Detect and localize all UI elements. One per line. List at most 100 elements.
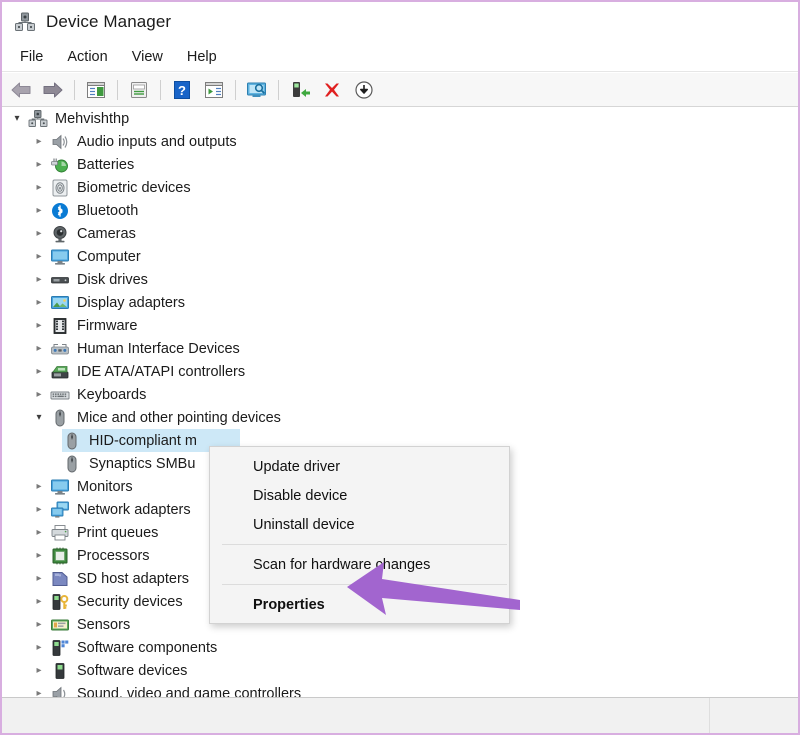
hid-icon (50, 339, 70, 359)
tree-label: Sensors (77, 616, 131, 633)
tree-label: Network adapters (77, 501, 191, 518)
tree-label: Keyboards (77, 386, 147, 403)
tree-label: Synaptics SMBu (89, 455, 196, 472)
scan-for-hardware-changes-icon[interactable] (242, 76, 272, 104)
ide-controller-icon (50, 362, 70, 382)
status-bar-panel (710, 698, 798, 733)
forward-arrow-icon[interactable] (38, 76, 68, 104)
properties-icon[interactable] (124, 76, 154, 104)
menu-item-action[interactable]: Action (55, 46, 119, 68)
tree-label: Firmware (77, 317, 138, 334)
chevron-right-icon[interactable]: ▸ (28, 613, 50, 636)
chevron-right-icon[interactable]: ▸ (28, 544, 50, 567)
tree-row-keyboards[interactable]: ▸ Keyboards (2, 383, 798, 406)
chevron-right-icon[interactable]: ▸ (28, 314, 50, 337)
tree-label: Monitors (77, 478, 133, 495)
update-driver-icon[interactable] (349, 76, 379, 104)
toolbar: ? (2, 73, 798, 107)
uninstall-device-icon[interactable] (317, 76, 347, 104)
tree-row-mice-and-other-pointing-devices[interactable]: ▾ Mice and other pointing devices (2, 406, 798, 429)
chevron-right-icon[interactable]: ▸ (28, 199, 50, 222)
tree-row-audio-inputs-and-outputs[interactable]: ▸ Audio inputs and outputs (2, 130, 798, 153)
toolbar-separator (74, 79, 75, 100)
chevron-right-icon[interactable]: ▸ (28, 498, 50, 521)
tree-label: Print queues (77, 524, 159, 541)
tree-label: Security devices (77, 593, 183, 610)
chevron-right-icon[interactable]: ▸ (28, 521, 50, 544)
tree-row-disk-drives[interactable]: ▸ Disk drives (2, 268, 798, 291)
tree-row-sound-video-and-game-controllers[interactable]: ▸ Sound, video and game controllers (2, 682, 798, 697)
context-menu-item-uninstall-device[interactable]: Uninstall device (210, 510, 509, 539)
tree-label: Sound, video and game controllers (77, 685, 302, 698)
chevron-right-icon[interactable]: ▸ (28, 337, 50, 360)
tree-row-root[interactable]: ▾ Mehvishthp (2, 107, 798, 130)
show-hide-console-tree-icon[interactable] (81, 76, 111, 104)
context-menu-item-disable-device[interactable]: Disable device (210, 481, 509, 510)
tree-label: Mice and other pointing devices (77, 409, 281, 426)
tree-row-human-interface-devices[interactable]: ▸ Human Interface Devices (2, 337, 798, 360)
back-arrow-icon[interactable] (6, 76, 36, 104)
tree-label: Processors (77, 547, 150, 564)
tree-row-cameras[interactable]: ▸ Cameras (2, 222, 798, 245)
menu-item-help[interactable]: Help (175, 46, 229, 68)
menu-item-view[interactable]: View (120, 46, 175, 68)
tree-row-ide-ata-atapi-controllers[interactable]: ▸ IDE ATA/ATAPI controllers (2, 360, 798, 383)
tree-row-batteries[interactable]: ▸ Batteries (2, 153, 798, 176)
chevron-right-icon[interactable]: ▸ (28, 291, 50, 314)
tree-label: Display adapters (77, 294, 185, 311)
show-hide-action-pane-icon[interactable] (199, 76, 229, 104)
chevron-right-icon[interactable]: ▸ (28, 567, 50, 590)
tree-row-biometric-devices[interactable]: ▸ Biometric devices (2, 176, 798, 199)
tree-label: SD host adapters (77, 570, 190, 587)
context-menu-item-update-driver[interactable]: Update driver (210, 452, 509, 481)
tree-row-display-adapters[interactable]: ▸ Display adapters (2, 291, 798, 314)
software-component-icon (50, 638, 70, 658)
chevron-right-icon[interactable]: ▸ (28, 245, 50, 268)
toolbar-separator (278, 79, 279, 100)
firmware-chip-icon (50, 316, 70, 336)
chevron-right-icon[interactable]: ▸ (28, 153, 50, 176)
software-device-icon (50, 661, 70, 681)
context-menu-item-properties[interactable]: Properties (210, 590, 509, 619)
tree-label: Cameras (77, 225, 136, 242)
chevron-right-icon[interactable]: ▸ (28, 360, 50, 383)
chevron-right-icon[interactable]: ▸ (28, 636, 50, 659)
sensor-icon (50, 615, 70, 635)
tree-label: Software devices (77, 662, 188, 679)
context-menu-item-scan-for-hardware-changes[interactable]: Scan for hardware changes (210, 550, 509, 579)
tree-label: Audio inputs and outputs (77, 133, 237, 150)
keyboard-icon (50, 385, 70, 405)
svg-text:?: ? (178, 83, 186, 98)
mouse-icon (50, 408, 70, 428)
tree-label: Batteries (77, 156, 135, 173)
chevron-right-icon[interactable]: ▸ (28, 130, 50, 153)
chevron-down-icon[interactable]: ▾ (28, 406, 50, 429)
toolbar-separator (117, 79, 118, 100)
chevron-right-icon[interactable]: ▸ (28, 475, 50, 498)
device-manager-window: Device Manager File Action View Help ? ▾… (0, 0, 800, 735)
chevron-right-icon[interactable]: ▸ (28, 383, 50, 406)
title-bar: Device Manager (2, 2, 798, 42)
tree-row-bluetooth[interactable]: ▸ Bluetooth (2, 199, 798, 222)
tree-label: IDE ATA/ATAPI controllers (77, 363, 246, 380)
tree-row-software-components[interactable]: ▸ Software components (2, 636, 798, 659)
menu-item-file[interactable]: File (8, 46, 55, 68)
help-icon[interactable]: ? (167, 76, 197, 104)
enable-device-icon[interactable] (285, 76, 315, 104)
battery-icon (50, 155, 70, 175)
sound-controller-icon (50, 684, 70, 697)
tree-row-firmware[interactable]: ▸ Firmware (2, 314, 798, 337)
tree-label: HID-compliant m (89, 432, 197, 449)
tree-row-computer[interactable]: ▸ Computer (2, 245, 798, 268)
chevron-right-icon[interactable]: ▸ (28, 682, 50, 697)
chevron-down-icon[interactable]: ▾ (6, 107, 28, 130)
monitor-icon (50, 247, 70, 267)
chevron-right-icon[interactable]: ▸ (28, 268, 50, 291)
processor-icon (50, 546, 70, 566)
chevron-right-icon[interactable]: ▸ (28, 590, 50, 613)
chevron-right-icon[interactable]: ▸ (28, 176, 50, 199)
context-menu[interactable]: Update driver Disable device Uninstall d… (209, 446, 510, 624)
tree-row-software-devices[interactable]: ▸ Software devices (2, 659, 798, 682)
chevron-right-icon[interactable]: ▸ (28, 222, 50, 245)
chevron-right-icon[interactable]: ▸ (28, 659, 50, 682)
